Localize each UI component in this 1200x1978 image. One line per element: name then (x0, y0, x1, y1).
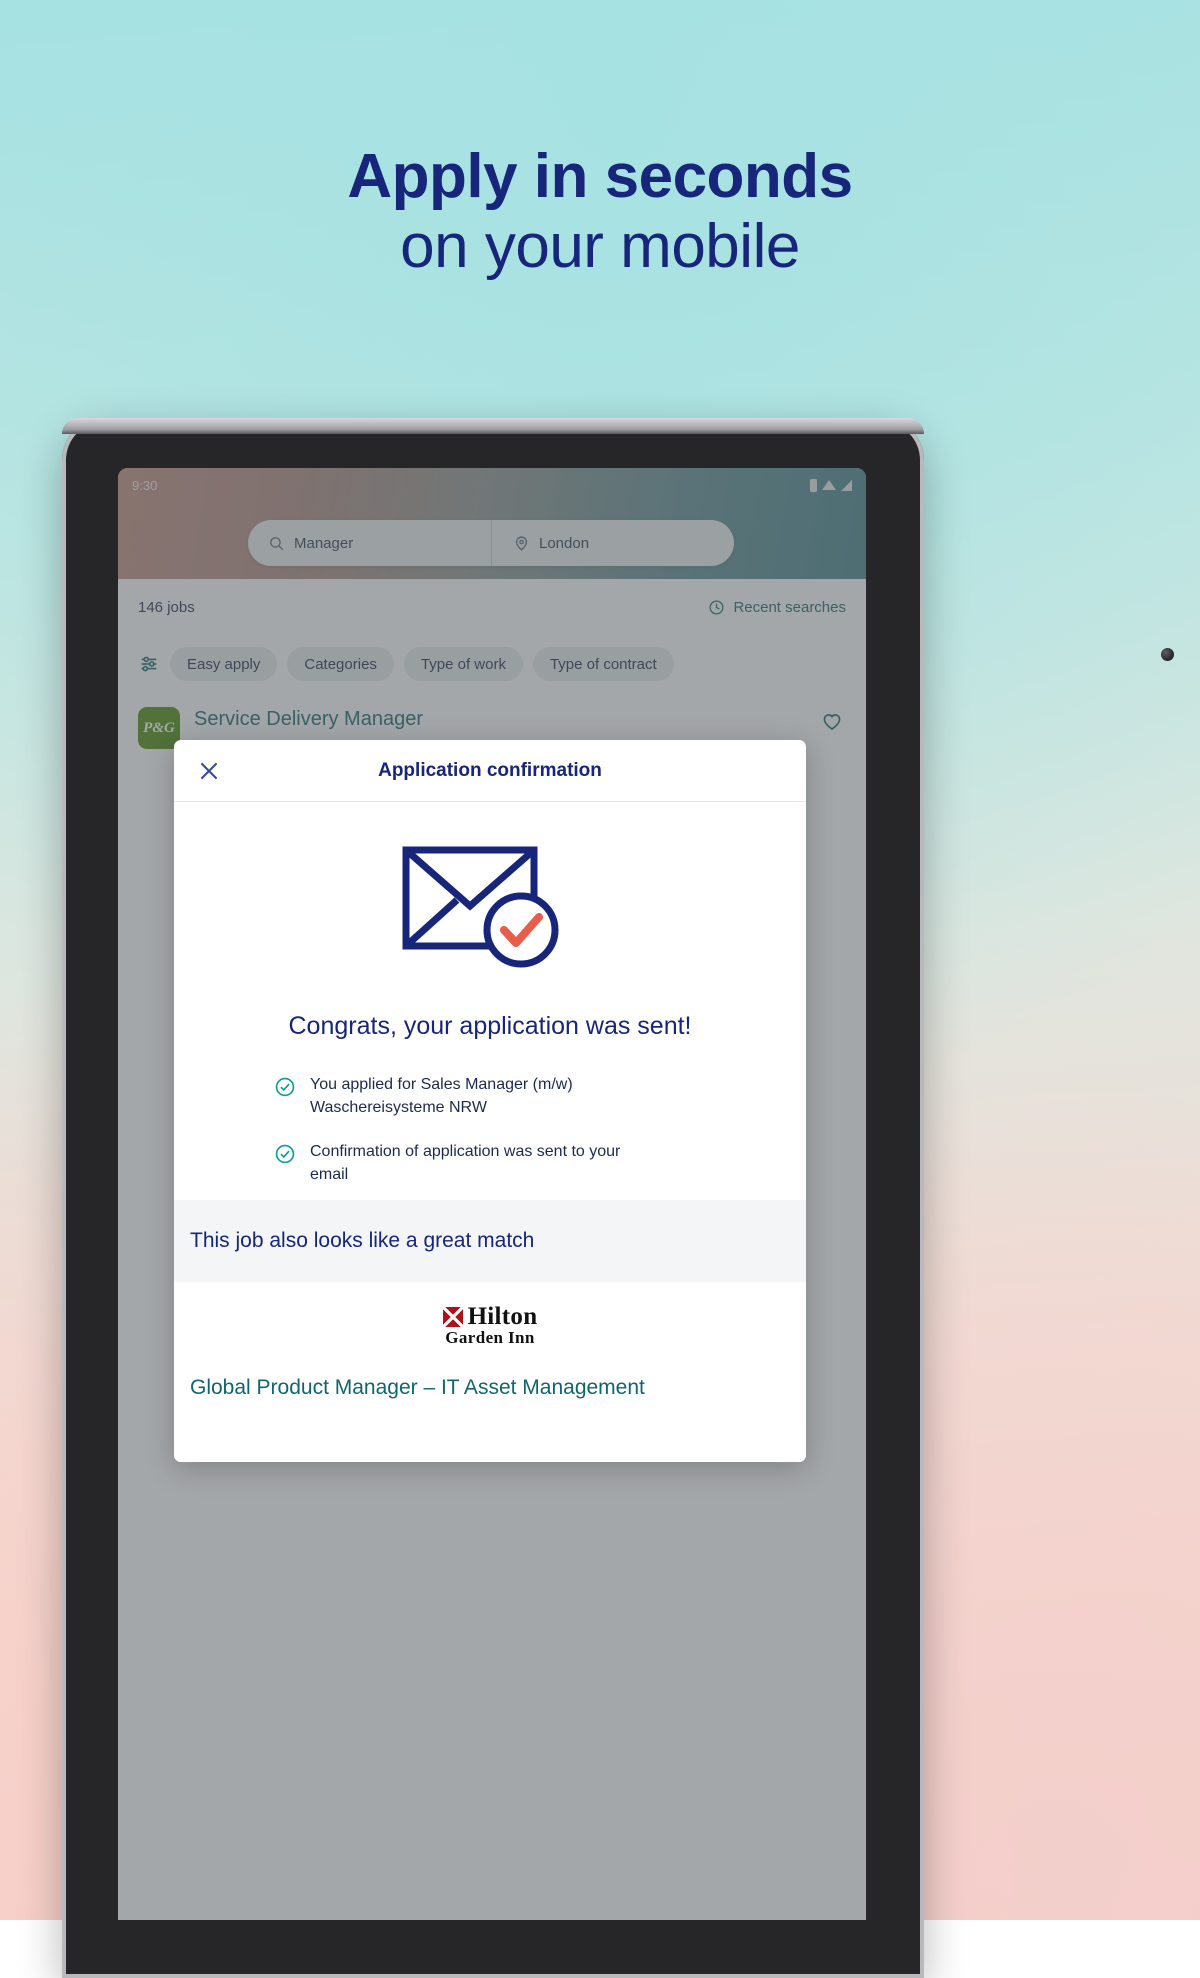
suggested-company-brand-bottom: Garden Inn (445, 1328, 535, 1347)
suggested-job-card[interactable]: Hilton Garden Inn Global Product Manager… (174, 1282, 806, 1462)
suggested-company-logo: Hilton Garden Inn (174, 1282, 806, 1346)
suggested-company-brand-top: Hilton (467, 1303, 538, 1330)
suggested-job-title[interactable]: Global Product Manager – IT Asset Manage… (174, 1346, 806, 1401)
bullet-text: You applied for Sales Manager (m/w) Wasc… (310, 1076, 573, 1116)
check-circle-icon (275, 1077, 295, 1097)
confirmation-bullet: You applied for Sales Manager (m/w) Wasc… (174, 1074, 806, 1119)
tablet-top-edge (62, 418, 924, 434)
match-heading-strip: This job also looks like a great match (174, 1200, 806, 1282)
hilton-crest-icon (442, 1307, 463, 1327)
envelope-check-icon (402, 846, 559, 968)
headline-line-1: Apply in seconds (347, 142, 853, 211)
illustration-wrap (174, 844, 806, 970)
congrats-message: Congrats, your application was sent! (288, 1012, 692, 1040)
tablet-camera-icon (1161, 648, 1174, 661)
bullet-text: Confirmation of application was sent to … (310, 1143, 621, 1184)
close-icon[interactable] (196, 758, 222, 784)
modal-title: Application confirmation (378, 759, 602, 781)
check-circle-icon (275, 1145, 295, 1164)
modal-body: Congrats, your application was sent! You… (174, 802, 806, 1187)
application-confirmation-modal: Application confirmation Congrats, your … (174, 740, 806, 1462)
match-heading: This job also looks like a great match (190, 1229, 535, 1252)
confirmation-bullet: Confirmation of application was sent to … (174, 1141, 806, 1186)
modal-header: Application confirmation (174, 740, 806, 802)
page-title: Apply in seconds on your mobile (0, 142, 1200, 282)
headline-line-2: on your mobile (400, 212, 800, 282)
